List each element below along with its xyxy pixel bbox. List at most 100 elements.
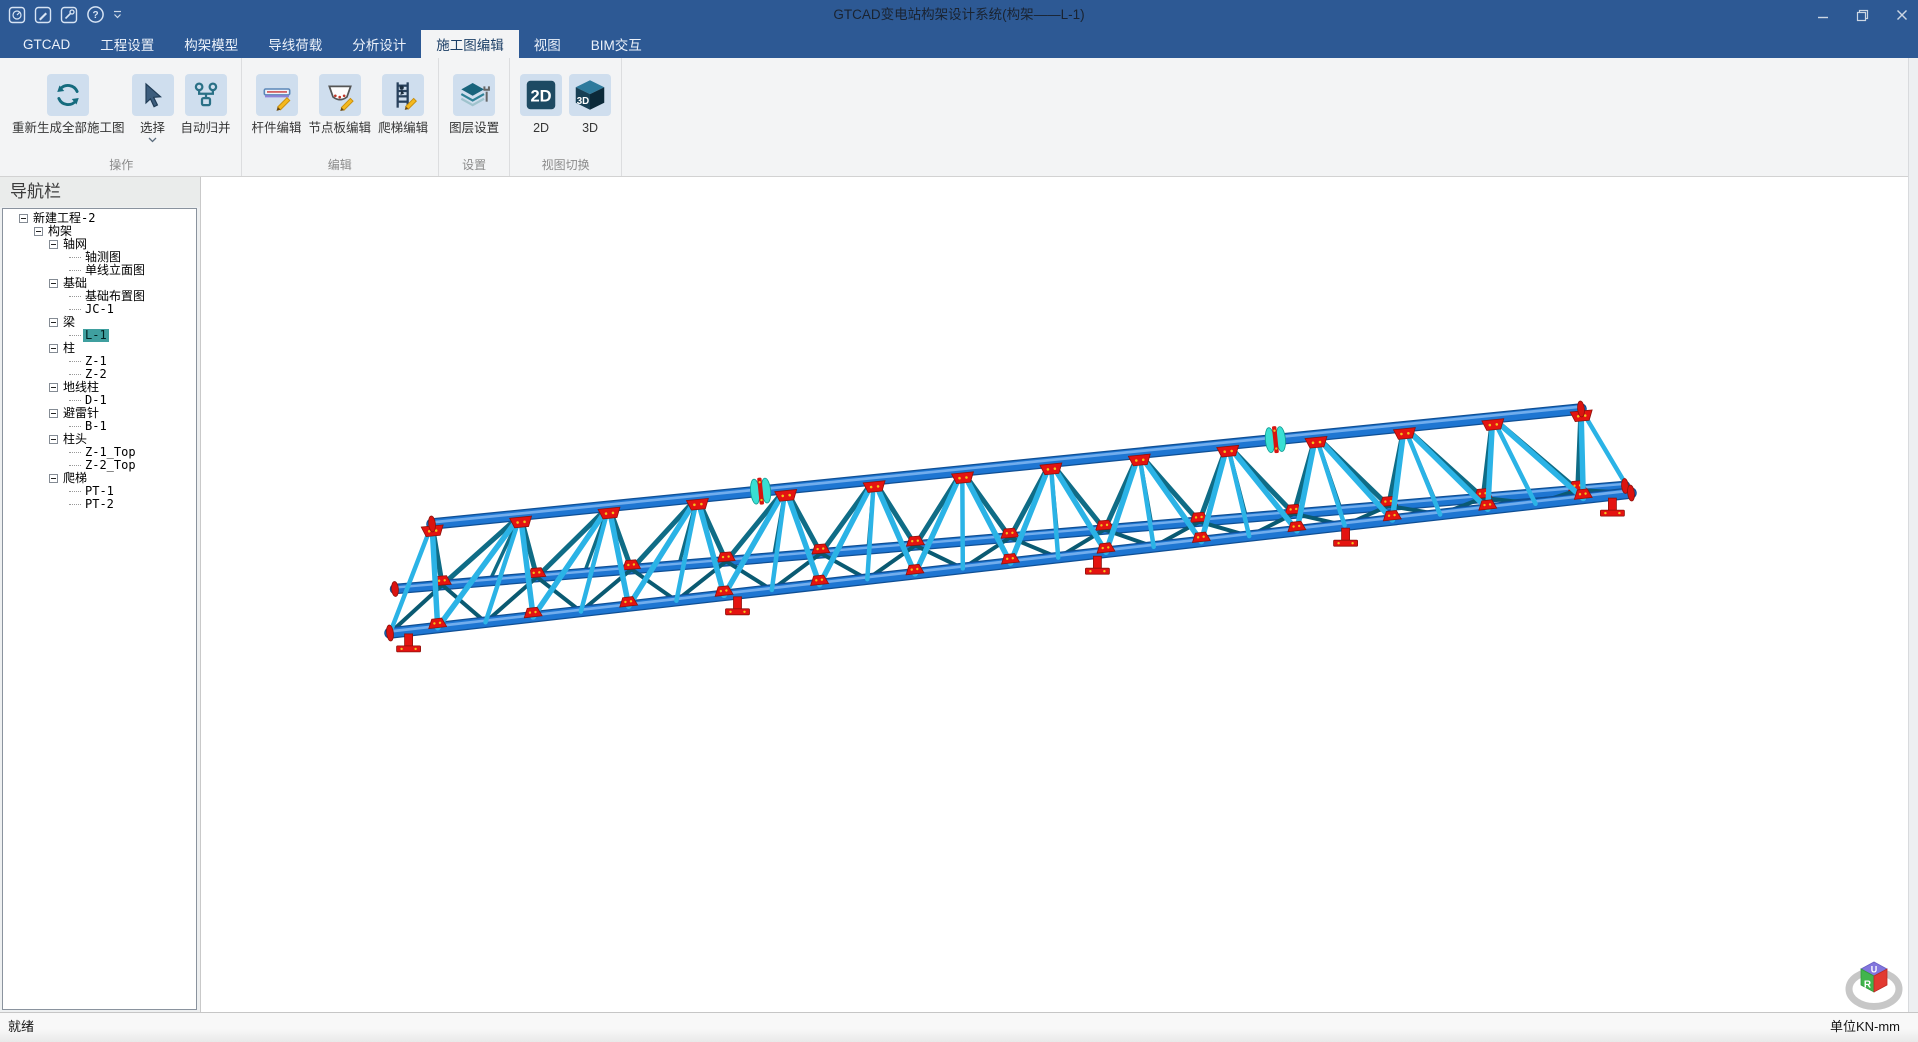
statusbar: 就绪 单位KN-mm [0,1012,1918,1042]
tab-bim-interaction[interactable]: BIM交互 [576,30,657,58]
gusset-plate-edit-button-label: 节点板编辑 [309,121,372,135]
member-edit-icon [256,74,298,116]
tab-analysis-design[interactable]: 分析设计 [337,30,421,58]
window-title: GTCAD变电站构架设计系统(构架——L-1) [0,0,1918,30]
tab-construction-drawing-edit[interactable]: 施工图编辑 [421,30,519,58]
drawing-canvas[interactable]: U R [200,177,1918,1012]
auto-merge-button[interactable]: 自动归并 [181,58,231,156]
tree-item-jc-1[interactable]: JC-1 [3,303,196,316]
tree-connector [69,374,81,376]
auto-merge-icon [185,74,227,116]
gusset-plate-edit-icon [319,74,361,116]
member-edit-button[interactable]: 杆件编辑 [252,58,302,156]
tree-connector [69,257,81,259]
ribbon-group-label-0: 操作 [2,156,241,173]
member-edit-button-label: 杆件编辑 [252,121,302,135]
tree-connector [69,465,81,467]
ladder-edit-icon [382,74,424,116]
minimize-button[interactable] [1817,9,1829,21]
dropdown-caret-icon[interactable] [148,137,157,143]
tree-expand-toggle[interactable] [49,435,58,444]
ladder-edit-button-label: 爬梯编辑 [378,121,428,135]
tab-project-settings[interactable]: 工程设置 [85,30,169,58]
tree-item-frame[interactable]: 构架 [3,225,196,238]
ribbon: 重新生成全部施工图选择自动归并操作杆件编辑节点板编辑爬梯编辑编辑图层设置设置2D… [0,58,1918,177]
view-2d-button[interactable]: 2D 2D [520,58,562,156]
tab-gtcad[interactable]: GTCAD [8,30,85,58]
ribbon-group-2: 图层设置设置 [439,58,510,176]
tree-expand-toggle[interactable] [49,240,58,249]
view-2d-icon: 2D [520,74,562,116]
tree-item-label: 梁 [61,316,77,329]
ladder-edit-button[interactable]: 爬梯编辑 [378,58,428,156]
restore-button[interactable] [1856,9,1869,22]
ribbon-group-label-2: 设置 [439,156,509,173]
tree-connector [69,452,81,454]
tree-item-l-1[interactable]: L-1 [3,329,196,342]
tree-expand-toggle[interactable] [19,214,28,223]
tree-expand-toggle[interactable] [49,409,58,418]
tab-frame-model[interactable]: 构架模型 [169,30,253,58]
tree-connector [69,309,81,311]
svg-text:3D: 3D [577,96,589,107]
select-button-label: 选择 [140,121,165,135]
tab-conductor-load[interactable]: 导线荷载 [253,30,337,58]
ribbon-group-label-3: 视图切换 [510,156,621,173]
nav-tree: 新建工程-2构架轴网轴测图单线立面图基础基础布置图JC-1梁L-1柱Z-1Z-2… [2,208,197,1010]
layer-settings-button[interactable]: 图层设置 [449,58,499,156]
tree-connector [69,400,81,402]
layer-settings-button-label: 图层设置 [449,121,499,135]
select-button[interactable]: 选择 [132,58,174,156]
ribbon-group-0: 重新生成全部施工图 选择 自动归并操作 [2,58,242,176]
regenerate-all-drawings-button-label: 重新生成全部施工图 [12,121,125,135]
tree-expand-toggle[interactable] [49,383,58,392]
tree-connector [69,491,81,493]
select-cursor-icon [132,74,174,116]
titlebar: ? GTCAD变电站构架设计系统(构架——L-1) [0,0,1918,30]
status-text: 就绪 [8,1016,34,1042]
window-controls [1817,0,1908,30]
view-3d-button-label: 3D [582,121,598,135]
tree-item-pt-2[interactable]: PT-2 [3,498,196,511]
tree-expand-toggle[interactable] [49,318,58,327]
tree-expand-toggle[interactable] [49,474,58,483]
layer-settings-icon [453,74,495,116]
nav-header: 导航栏 [0,177,200,207]
tree-connector [69,361,81,363]
tree-item-new-project-2[interactable]: 新建工程-2 [3,212,196,225]
tree-connector [69,296,81,298]
view-3d-button[interactable]: 3D 3D [569,58,611,156]
view-2d-button-label: 2D [533,121,549,135]
tree-item-label: 单线立面图 [83,264,147,277]
tree-connector [69,270,81,272]
auto-merge-button-label: 自动归并 [181,121,231,135]
close-button[interactable] [1896,9,1908,21]
tree-expand-toggle[interactable] [34,227,43,236]
tree-item-z-2-top[interactable]: Z-2_Top [3,459,196,472]
tab-view[interactable]: 视图 [519,30,576,58]
logo-letter-top: U [1871,965,1878,975]
tree-item-label: 柱 [61,342,77,355]
orientation-cube-logo: U R [1843,958,1905,1010]
tree-item-z-2[interactable]: Z-2 [3,368,196,381]
units-text: 单位KN-mm [1830,1016,1900,1042]
svg-text:2D: 2D [531,88,552,106]
tree-item-d-1[interactable]: D-1 [3,394,196,407]
regenerate-all-drawings-button[interactable]: 重新生成全部施工图 [12,58,125,156]
navigation-panel: 导航栏 新建工程-2构架轴网轴测图单线立面图基础基础布置图JC-1梁L-1柱Z-… [0,177,200,1012]
tree-item-single-line-elevation[interactable]: 单线立面图 [3,264,196,277]
tree-expand-toggle[interactable] [49,344,58,353]
tree-connector [69,335,81,337]
tree-connector [69,504,81,506]
tree-item-label: L-1 [83,329,109,342]
tree-item-label: Z-2_Top [83,459,138,472]
tree-item-b-1[interactable]: B-1 [3,420,196,433]
tree-connector [69,426,81,428]
regenerate-icon [47,74,89,116]
logo-letter-front: R [1864,980,1872,991]
view-3d-icon: 3D [569,74,611,116]
tree-item-label: JC-1 [83,303,116,316]
tree-item-label: PT-2 [83,498,116,511]
tree-expand-toggle[interactable] [49,279,58,288]
gusset-plate-edit-button[interactable]: 节点板编辑 [309,58,372,156]
